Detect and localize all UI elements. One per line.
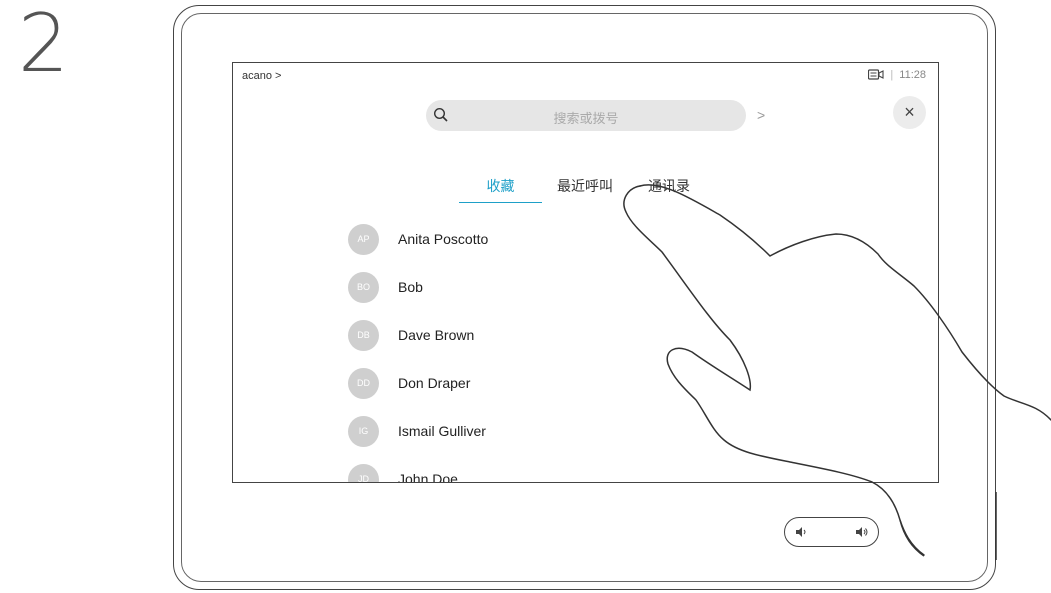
- volume-up-icon[interactable]: [855, 526, 869, 538]
- avatar: BO: [348, 271, 379, 303]
- clock: 11:28: [899, 69, 926, 81]
- search-go-arrow[interactable]: >: [757, 107, 765, 123]
- contact-name: Anita Poscotto: [398, 231, 489, 247]
- contact-row[interactable]: JD John Doe: [348, 463, 458, 483]
- tab-directory[interactable]: 通讯录: [648, 176, 690, 204]
- volume-control[interactable]: [784, 517, 879, 547]
- touch-screen: acano > | 11:28 搜索或拨号 > × 收藏 最近呼叫 通讯录 AP…: [232, 62, 939, 483]
- search-placeholder: 搜索或拨号: [553, 111, 619, 126]
- status-area: | 11:28: [868, 69, 926, 81]
- contact-row[interactable]: DD Don Draper: [348, 367, 470, 399]
- avatar: DB: [348, 319, 379, 351]
- contact-name: Bob: [398, 279, 423, 295]
- contact-row[interactable]: IG Ismail Gulliver: [348, 415, 486, 447]
- tab-favorites-label: 收藏: [486, 178, 515, 194]
- close-button[interactable]: ×: [893, 96, 926, 129]
- status-separator: |: [890, 69, 894, 81]
- contact-name: Ismail Gulliver: [398, 423, 486, 439]
- step-number: 2: [18, 0, 69, 90]
- tab-recent-calls[interactable]: 最近呼叫: [557, 176, 613, 204]
- avatar: DD: [348, 367, 379, 399]
- volume-down-icon[interactable]: [795, 526, 809, 538]
- tab-active-indicator: [459, 202, 542, 203]
- avatar: AP: [348, 223, 379, 255]
- search-input[interactable]: 搜索或拨号: [426, 100, 746, 131]
- tab-favorites[interactable]: 收藏: [459, 176, 542, 204]
- contact-name: John Doe: [398, 471, 458, 483]
- avatar: IG: [348, 415, 379, 447]
- contact-name: Dave Brown: [398, 327, 475, 343]
- breadcrumb[interactable]: acano >: [242, 70, 281, 82]
- camera-icon: [868, 69, 884, 80]
- contact-row[interactable]: BO Bob: [348, 271, 423, 303]
- contact-row[interactable]: AP Anita Poscotto: [348, 223, 488, 255]
- contact-name: Don Draper: [398, 375, 471, 391]
- contact-row[interactable]: DB Dave Brown: [348, 319, 474, 351]
- tab-directory-label: 通讯录: [648, 178, 690, 194]
- tab-recent-calls-label: 最近呼叫: [557, 178, 613, 194]
- avatar: JD: [348, 463, 379, 482]
